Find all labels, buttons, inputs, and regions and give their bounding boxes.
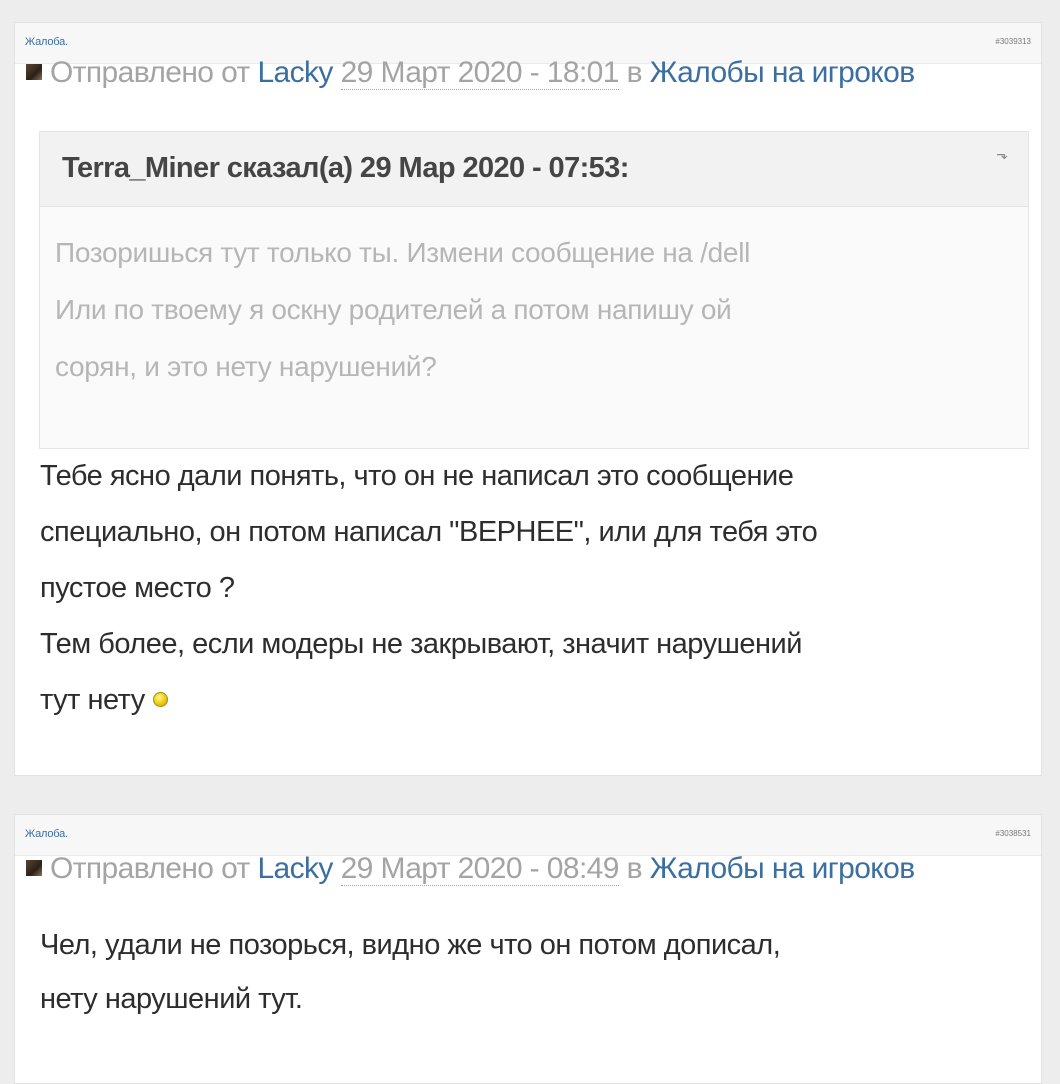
author-avatar-icon[interactable] — [26, 860, 42, 877]
post-byline: Отправлено от Lacky 29 Март 2020 - 18:01… — [26, 56, 1048, 90]
in-word: в — [626, 852, 643, 885]
post-title-link[interactable]: Жалоба. — [25, 828, 68, 840]
forum-link[interactable]: Жалобы на игроков — [650, 56, 915, 89]
quote-block: Terra_Miner сказал(а) 29 Мар 2020 - 07:5… — [39, 131, 1029, 449]
post-date-link[interactable]: 29 Март 2020 - 18:01 — [340, 56, 619, 90]
post-body-line: Тем более, если модеры не закрывают, зна… — [40, 628, 802, 660]
return-arrow-icon[interactable]: ⬎ — [996, 146, 1008, 163]
quote-text: Позоришься тут только ты. Измени сообщен… — [55, 224, 1015, 395]
post-body-line: пустое место ? — [40, 572, 235, 604]
quote-line: Или по твоему я оскну родителей а потом … — [55, 294, 732, 325]
post-body-line-last: тут нету — [40, 672, 1025, 728]
quote-line: Позоришься тут только ты. Измени сообщен… — [55, 237, 751, 268]
post-title-link[interactable]: Жалоба. — [25, 36, 68, 48]
post-id-link[interactable]: #3038531 — [995, 829, 1031, 838]
sent-prefix: Отправлено от — [50, 56, 250, 89]
quote-line: сорян, и это нету нарушений? — [55, 351, 437, 382]
post-body: Чел, удали не позорься, видно же что он … — [40, 918, 1025, 1026]
post-date-link[interactable]: 29 Март 2020 - 08:49 — [340, 852, 619, 886]
forum-link[interactable]: Жалобы на игроков — [650, 852, 915, 885]
post-body-line: Чел, удали не позорься, видно же что он … — [40, 929, 781, 961]
quote-header: Terra_Miner сказал(а) 29 Мар 2020 - 07:5… — [40, 132, 1028, 207]
sent-prefix: Отправлено от — [50, 852, 250, 885]
author-link[interactable]: Lacky — [257, 852, 333, 885]
author-link[interactable]: Lacky — [257, 56, 333, 89]
post-body-line: специально, он потом написал "ВЕРНЕЕ", и… — [40, 516, 818, 548]
post-body-line: Тебе ясно дали понять, что он не написал… — [40, 460, 794, 492]
post-byline: Отправлено от Lacky 29 Март 2020 - 08:49… — [26, 852, 1048, 886]
post-header: Жалоба. #3038531 — [15, 815, 1041, 856]
author-avatar-icon[interactable] — [26, 64, 42, 81]
smiley-icon — [152, 691, 168, 707]
post-body: Тебе ясно дали понять, что он не написал… — [40, 448, 1025, 728]
post-body-line: нету нарушений тут. — [40, 983, 303, 1015]
post-id-link[interactable]: #3039313 — [995, 37, 1031, 46]
quote-citation: Terra_Miner сказал(а) 29 Мар 2020 - 07:5… — [62, 152, 629, 184]
post-body-line-text: тут нету — [40, 684, 145, 716]
in-word: в — [626, 56, 643, 89]
